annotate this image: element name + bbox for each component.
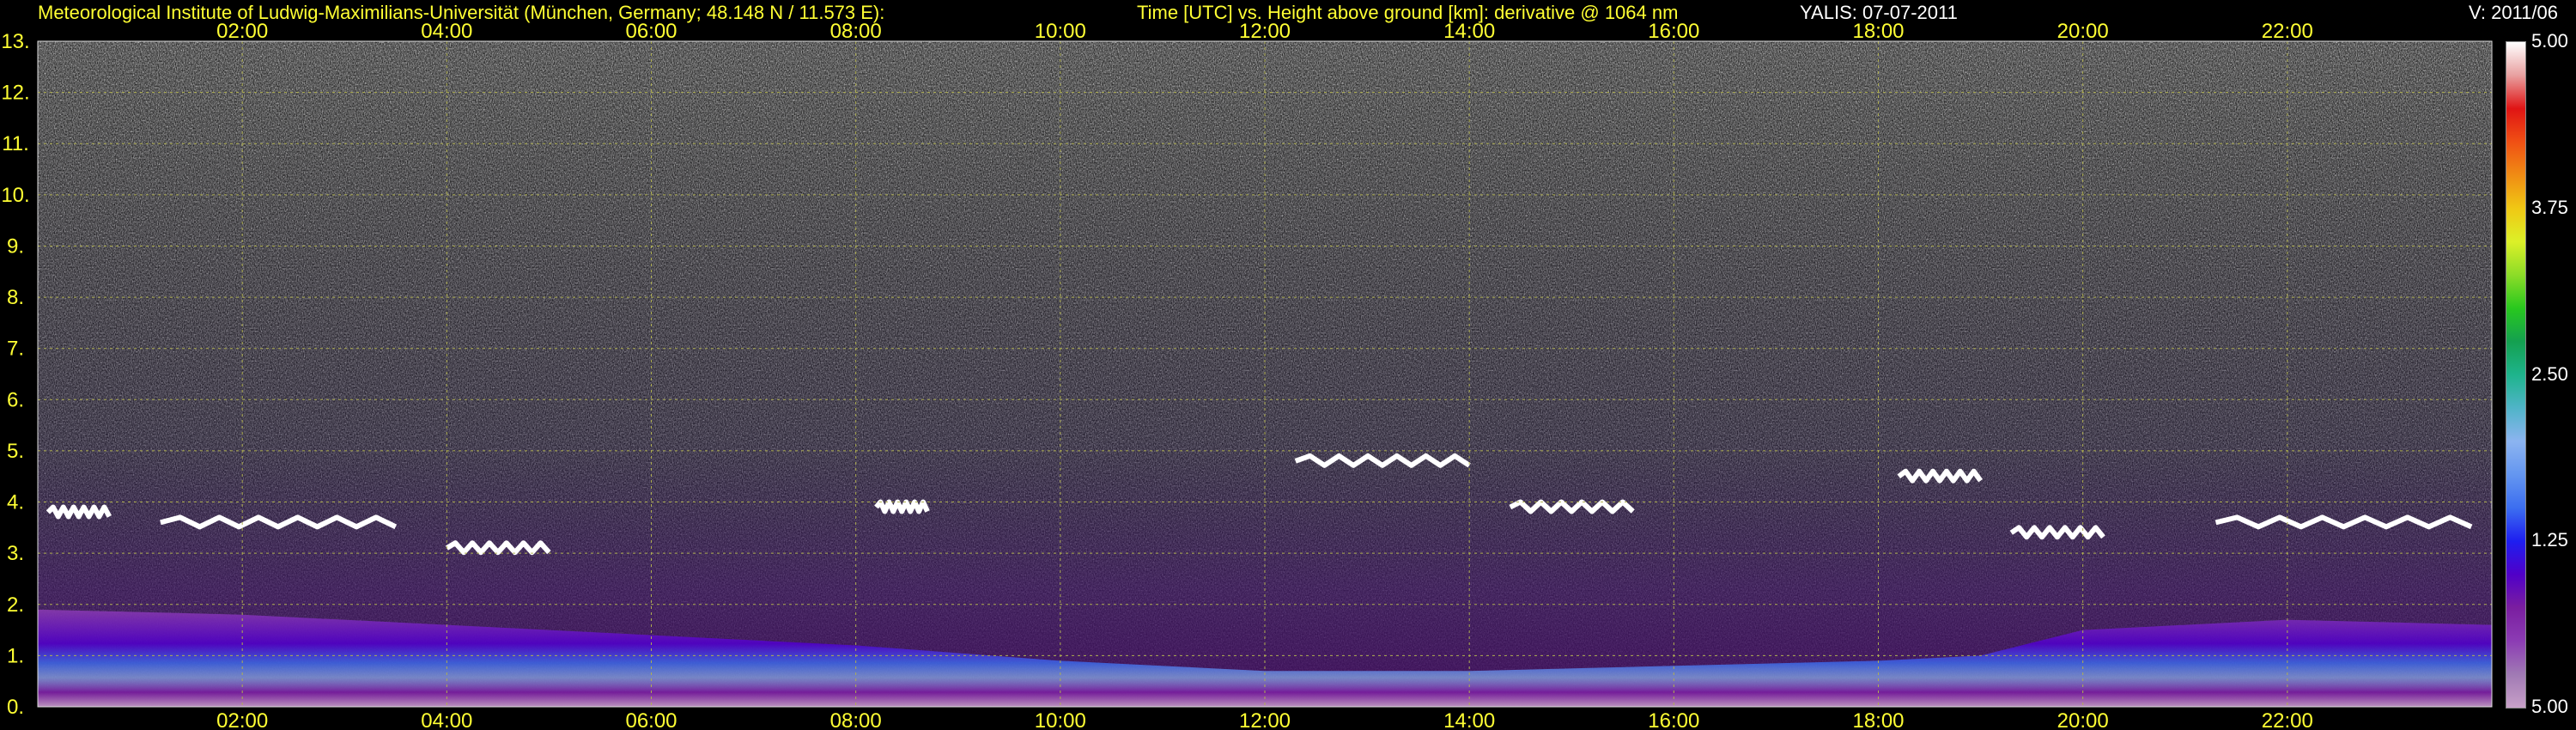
x-tick-label-top: 18:00	[1852, 20, 1904, 43]
x-tick-label-bottom: 18:00	[1852, 709, 1904, 730]
x-tick-label-bottom: 02:00	[216, 709, 268, 730]
x-tick-label-top: 16:00	[1648, 20, 1699, 43]
x-tick-label-bottom: 20:00	[2057, 709, 2109, 730]
x-tick-label-bottom: 16:00	[1648, 709, 1699, 730]
x-tick-label-top: 02:00	[216, 20, 268, 43]
x-tick-label-top: 06:00	[625, 20, 677, 43]
y-tick-label: 3.	[7, 542, 24, 565]
x-tick-label-top: 22:00	[2262, 20, 2313, 43]
y-tick-label: 10.	[1, 184, 29, 207]
x-tick-label-bottom: 08:00	[830, 709, 882, 730]
y-tick-label: 8.	[7, 286, 24, 309]
colorbar-tick-label: 2.50	[2531, 362, 2568, 385]
x-tick-label-top: 12:00	[1239, 20, 1291, 43]
x-tick-label-bottom: 14:00	[1443, 709, 1495, 730]
y-tick-label: 13.	[1, 30, 29, 53]
x-tick-label-top: 14:00	[1443, 20, 1495, 43]
y-tick-label: 12.	[1, 82, 29, 105]
y-tick-label: 9.	[7, 234, 24, 258]
colorbar	[2506, 41, 2526, 709]
y-tick-label: 5.	[7, 440, 24, 463]
x-tick-label-top: 10:00	[1035, 20, 1086, 43]
x-tick-label-top: 20:00	[2057, 20, 2109, 43]
y-tick-label: 6.	[7, 388, 24, 411]
colorbar-tick-label: 1.25	[2531, 529, 2568, 551]
x-tick-label-bottom: 22:00	[2262, 709, 2313, 730]
x-tick-label-bottom: 06:00	[625, 709, 677, 730]
colorbar-tick-label: 5.00	[2531, 696, 2568, 717]
x-tick-label-bottom: 04:00	[421, 709, 472, 730]
y-tick-label: 0.	[7, 696, 24, 719]
y-tick-label: 11.	[2, 132, 29, 155]
y-tick-label: 1.	[7, 644, 24, 667]
y-axis-ticks: 0. 1. 2. 3. 4. 5. 6. 7. 8. 9. 10. 11. 12. 13.	[1, 30, 29, 719]
y-tick-label: 2.	[7, 593, 24, 617]
x-tick-label-bottom: 12:00	[1239, 709, 1291, 730]
colorbar-tick-label: 3.75	[2531, 196, 2568, 218]
lidar-heatmap-chart: 02:00 02:00 04:00 04:00 06:00 06:00 08:00 08:00…	[1, 20, 2493, 730]
colorbar-tick-label: 5.00	[2531, 30, 2568, 52]
x-tick-label-bottom: 10:00	[1035, 709, 1086, 730]
y-tick-label: 4.	[7, 491, 24, 514]
x-tick-label-top: 04:00	[421, 20, 472, 43]
x-tick-label-top: 08:00	[830, 20, 882, 43]
y-tick-label: 7.	[7, 338, 24, 361]
